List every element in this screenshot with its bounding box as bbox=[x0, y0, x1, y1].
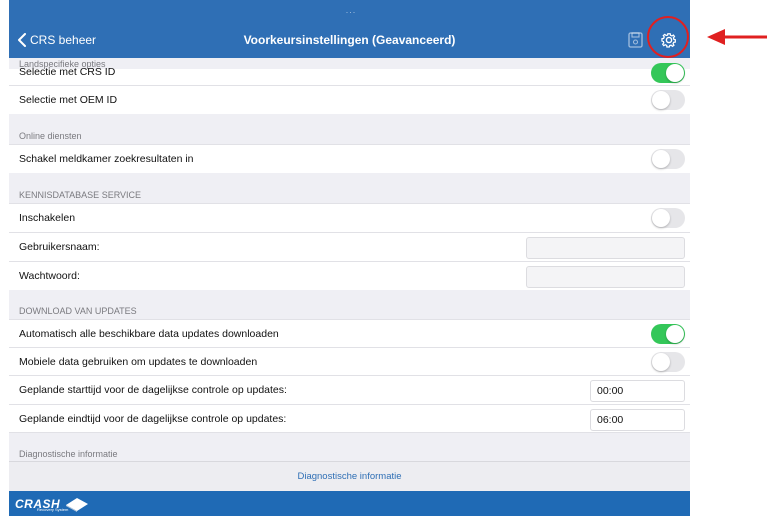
arrow-left-icon bbox=[707, 29, 767, 45]
row-wachtwoord-label: Wachtwoord: bbox=[19, 270, 80, 282]
row-meldkamer: Schakel meldkamer zoekresultaten in bbox=[9, 144, 690, 173]
row-oem-id: Selectie met OEM ID bbox=[9, 85, 690, 114]
eindtijd-field[interactable]: 06:00 bbox=[590, 409, 685, 431]
toggle-knob bbox=[666, 64, 684, 82]
app-window: ... CRS beheer Voorkeursinstellingen (Ge… bbox=[9, 0, 690, 516]
section-header-download: DOWNLOAD VAN UPDATES bbox=[19, 306, 137, 316]
section-header-kennisdatabase: KENNISDATABASE SERVICE bbox=[19, 190, 142, 200]
wachtwoord-field[interactable] bbox=[526, 266, 685, 288]
row-auto-download-label: Automatisch alle beschikbare data update… bbox=[19, 327, 279, 340]
row-inschakelen-label: Inschakelen bbox=[19, 212, 76, 224]
row-auto-download: Automatisch alle beschikbare data update… bbox=[9, 319, 690, 347]
section-header-online: Online diensten bbox=[19, 131, 82, 141]
row-mobiele-data: Mobiele data gebruiken om updates te dow… bbox=[9, 347, 690, 375]
row-meldkamer-label: Schakel meldkamer zoekresultaten in bbox=[19, 153, 194, 165]
gebruikersnaam-field[interactable] bbox=[526, 237, 685, 259]
row-mobiele-data-label: Mobiele data gebruiken om updates te dow… bbox=[19, 355, 258, 368]
toggle-knob bbox=[652, 352, 670, 371]
auto-download-toggle[interactable] bbox=[651, 323, 685, 344]
row-oem-id-label: Selectie met OEM ID bbox=[19, 94, 118, 106]
row-crs-id-label: Selectie met CRS ID bbox=[19, 66, 116, 78]
row-starttijd-label: Geplande starttijd voor de dagelijkse co… bbox=[19, 384, 287, 396]
section-header-diagnostisch: Diagnostische informatie bbox=[19, 449, 118, 459]
row-crs-id: Selectie met CRS ID bbox=[9, 63, 690, 85]
starttijd-field[interactable]: 00:00 bbox=[590, 380, 685, 402]
highlight-circle bbox=[647, 16, 689, 58]
oem-id-toggle[interactable] bbox=[651, 90, 685, 110]
page-title: Voorkeursinstellingen (Geavanceerd) bbox=[243, 33, 456, 47]
toggle-knob bbox=[652, 91, 670, 109]
toggle-knob bbox=[666, 324, 684, 343]
save-icon[interactable] bbox=[627, 30, 645, 50]
crash-logo: CRASH Recovery System bbox=[15, 494, 90, 514]
navigation-bar: ... CRS beheer Voorkeursinstellingen (Ge… bbox=[9, 0, 690, 58]
footer-bar: CRASH Recovery System bbox=[9, 491, 690, 516]
multitask-indicator[interactable]: ... bbox=[341, 6, 361, 15]
mobiele-data-toggle[interactable] bbox=[651, 351, 685, 372]
toggle-knob bbox=[652, 209, 670, 227]
row-wachtwoord: Wachtwoord: bbox=[9, 261, 690, 290]
toggle-knob bbox=[652, 150, 670, 168]
row-gebruikersnaam: Gebruikersnaam: bbox=[9, 232, 690, 261]
settings-list[interactable]: Landspecifieke opties Selectie met CRS I… bbox=[9, 58, 690, 461]
row-starttijd: Geplande starttijd voor de dagelijkse co… bbox=[9, 375, 690, 404]
logo-subtitle: Recovery System bbox=[37, 507, 69, 512]
meldkamer-toggle[interactable] bbox=[651, 149, 685, 169]
row-gebruikersnaam-label: Gebruikersnaam: bbox=[19, 241, 100, 253]
row-eindtijd-label: Geplande eindtijd voor de dagelijkse con… bbox=[19, 412, 287, 425]
row-eindtijd: Geplande eindtijd voor de dagelijkse con… bbox=[9, 404, 690, 433]
crs-id-toggle[interactable] bbox=[651, 63, 685, 83]
inschakelen-toggle[interactable] bbox=[651, 208, 685, 228]
row-inschakelen: Inschakelen bbox=[9, 203, 690, 232]
diagnostics-button[interactable]: Diagnostische informatie bbox=[9, 461, 690, 491]
